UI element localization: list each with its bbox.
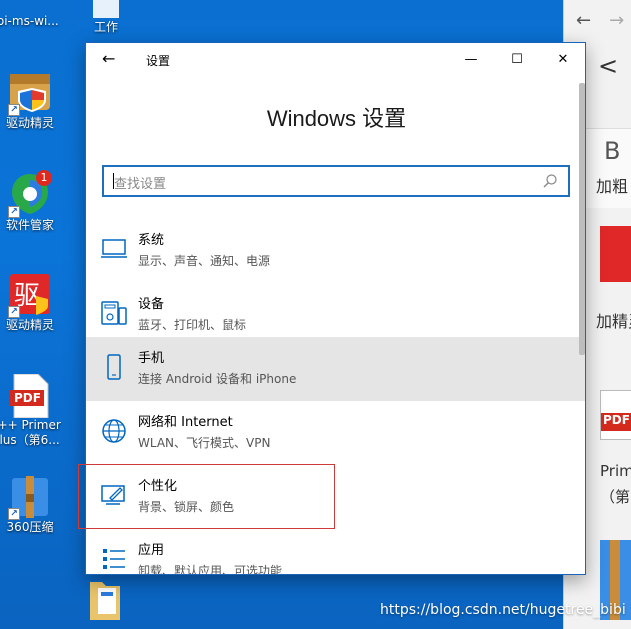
devices-icon <box>101 301 127 325</box>
desktop-icon-label: 工作 <box>93 20 118 34</box>
desktop-icon-label-line2: Plus（第6... <box>0 433 60 447</box>
page-title: Windows 设置 <box>266 106 407 131</box>
bg-app-label-2: Prim <box>600 462 631 480</box>
settings-item-title: 手机 <box>138 351 165 366</box>
settings-item-apps[interactable]: 应用 卸载、默认应用、可选功能 <box>86 529 585 575</box>
bold-label: 加粗 <box>596 177 629 196</box>
folder-icon <box>93 0 119 18</box>
apps-icon <box>103 549 125 569</box>
back-arrow-icon[interactable]: ← <box>576 10 591 31</box>
desktop-icon-driver-genius[interactable]: ↗ 驱动精灵 <box>0 68 66 131</box>
title-bar: ← 设置 — ☐ ✕ <box>86 43 585 77</box>
minimize-button[interactable]: — <box>448 47 494 73</box>
search-icon[interactable] <box>542 173 558 189</box>
settings-item-subtitle: WLAN、飞行模式、VPN <box>138 436 271 450</box>
settings-item-title: 应用 <box>138 543 165 558</box>
settings-item-system[interactable]: 系统 显示、声音、通知、电源 <box>86 219 585 283</box>
background-window-nav: ← → <box>564 0 631 40</box>
shortcut-arrow-icon: ↗ <box>8 508 20 520</box>
settings-item-title: 系统 <box>138 233 165 248</box>
desktop-folder-icon[interactable] <box>88 578 122 624</box>
shortcut-arrow-icon: ↗ <box>8 104 20 116</box>
settings-item-subtitle: 卸载、默认应用、可选功能 <box>138 564 283 575</box>
desktop-icon-driver-genius-2[interactable]: 驱 ↗ 驱动精灵 <box>0 270 66 333</box>
watermark: https://blog.csdn.net/hugetree_bibi <box>380 602 626 618</box>
bg-app-label-3: （第6 <box>600 488 631 506</box>
window-title: 设置 <box>146 54 171 68</box>
bold-icon: B <box>604 137 621 165</box>
settings-item-title: 网络和 Internet <box>138 415 233 430</box>
monitor-icon <box>101 239 127 258</box>
close-button[interactable]: ✕ <box>540 47 585 73</box>
bg-pdf-icon: PDF <box>600 390 631 440</box>
settings-item-title: 设备 <box>138 297 165 312</box>
desktop-icon-label: 软件管家 <box>5 218 54 232</box>
desktop-icon-360-zip[interactable]: ↗ 360压缩 <box>0 472 66 535</box>
settings-item-subtitle: 蓝牙、打印机、鼠标 <box>138 318 247 332</box>
forward-arrow-icon[interactable]: → <box>609 10 624 31</box>
desktop-icon-cpp-primer-pdf[interactable]: PDF C++ Primer Plus（第6... <box>0 373 66 448</box>
shortcut-arrow-icon: ↗ <box>8 206 20 218</box>
folder-icon <box>90 582 120 620</box>
pdf-label: PDF <box>14 391 41 405</box>
bg-pdf-label: PDF <box>601 413 631 431</box>
desktop-icon-label: 360压缩 <box>6 520 54 534</box>
maximize-button[interactable]: ☐ <box>494 47 540 73</box>
desktop-icon-software-manager[interactable]: 1 ↗ 软件管家 <box>0 170 66 233</box>
search-placeholder: 查找设置 <box>114 177 167 192</box>
desktop-icon-label: api-ms-wi... <box>0 14 59 28</box>
phone-icon <box>107 354 121 380</box>
bg-app-label-1: 加精灵 <box>596 312 631 331</box>
search-input[interactable]: 查找设置 <box>102 165 570 197</box>
chevron-left-icon[interactable]: < <box>598 52 618 80</box>
annotation-highlight-box <box>78 464 335 529</box>
desktop-icon-work-folder[interactable]: 工作 <box>70 0 142 35</box>
desktop-icon-api-ms[interactable]: api-ms-wi... <box>0 14 60 29</box>
notification-badge: 1 <box>36 170 52 186</box>
back-arrow-icon[interactable]: ← <box>102 49 115 68</box>
shortcut-arrow-icon: ↗ <box>8 306 20 318</box>
settings-item-subtitle: 连接 Android 设备和 iPhone <box>138 372 297 386</box>
globe-icon <box>102 419 126 443</box>
settings-item-phone[interactable]: 手机 连接 Android 设备和 iPhone <box>86 337 585 401</box>
desktop-icon-label: C++ Primer <box>0 418 61 432</box>
desktop-icon-label: 驱动精灵 <box>5 116 54 130</box>
settings-item-network[interactable]: 网络和 Internet WLAN、飞行模式、VPN <box>86 401 585 465</box>
desktop-icon-label: 驱动精灵 <box>5 318 54 332</box>
scrollbar[interactable] <box>579 83 585 355</box>
settings-item-subtitle: 显示、声音、通知、电源 <box>138 254 271 268</box>
bg-app-icon-1 <box>600 226 631 282</box>
